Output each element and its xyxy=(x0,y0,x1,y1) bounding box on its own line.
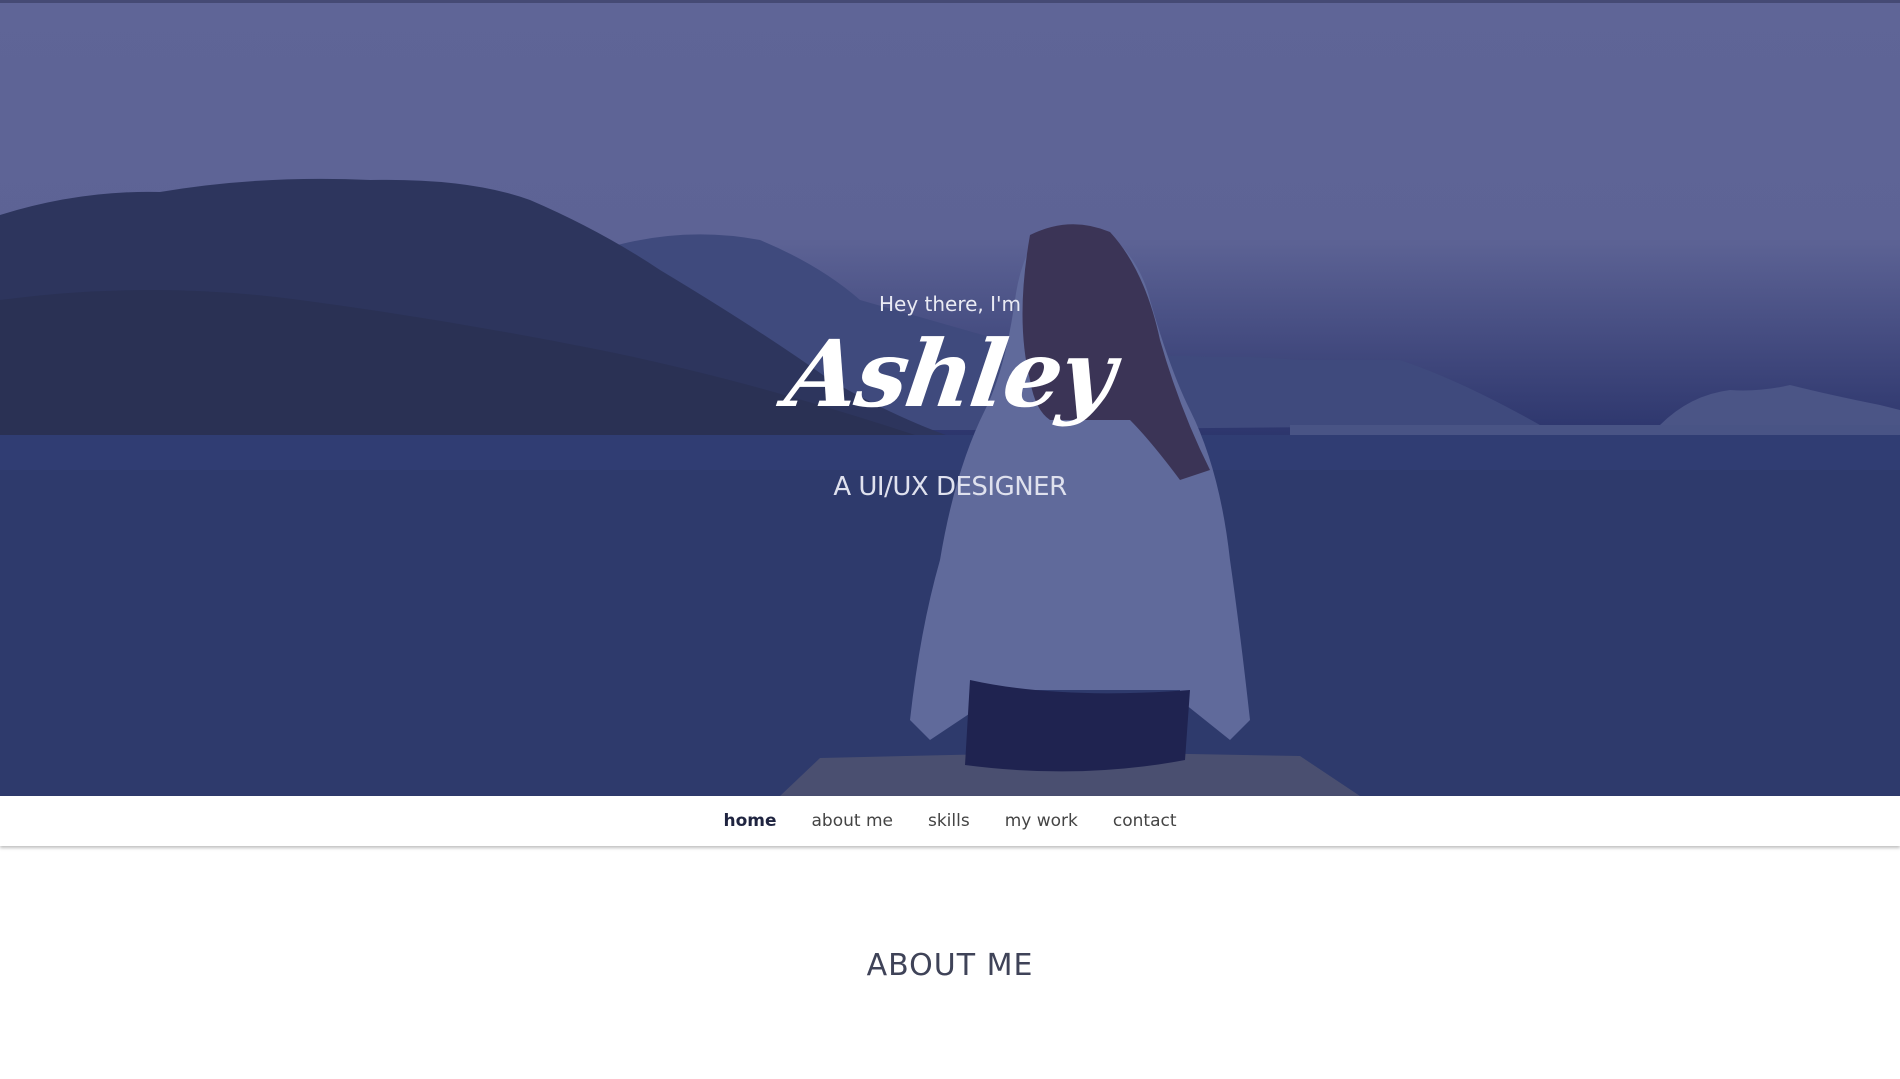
top-border xyxy=(0,0,1900,3)
nav-item-skills[interactable]: skills xyxy=(928,811,970,831)
nav-item-contact[interactable]: contact xyxy=(1113,811,1177,831)
nav-item-home[interactable]: home xyxy=(723,811,776,831)
nav-item-my-work[interactable]: my work xyxy=(1005,811,1078,831)
main-nav: home about me skills my work contact xyxy=(0,796,1900,846)
hero-role: A UI/UX DESIGNER xyxy=(833,472,1067,502)
hero-section: Hey there, I'm Ashley A UI/UX DESIGNER xyxy=(0,0,1900,796)
about-section-title: ABOUT ME xyxy=(866,948,1034,983)
nav-item-about-me[interactable]: about me xyxy=(812,811,893,831)
hero-name: Ashley xyxy=(779,320,1121,428)
hero-greeting: Hey there, I'm xyxy=(878,292,1022,316)
